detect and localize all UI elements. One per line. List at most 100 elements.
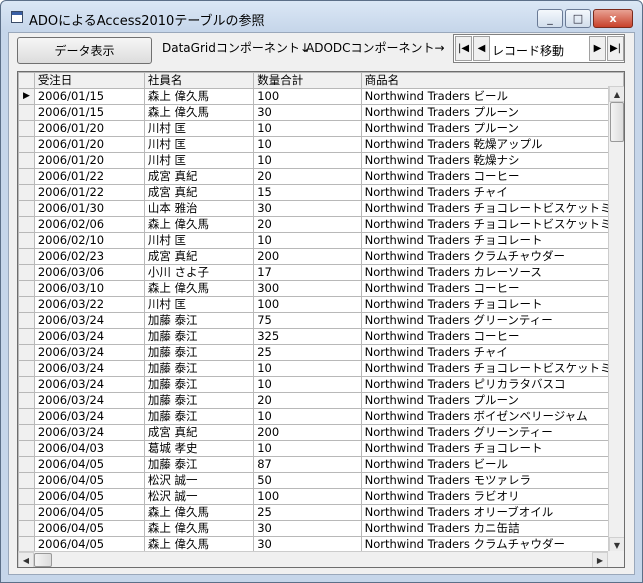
- minimize-button[interactable]: _: [537, 9, 563, 28]
- cell-order-date[interactable]: 2006/03/24: [33, 408, 145, 425]
- cell-quantity-total[interactable]: 10: [253, 440, 362, 457]
- cell-product[interactable]: Northwind Traders コーヒー: [360, 280, 624, 297]
- table-row[interactable]: 2006/01/20 川村 匡 10 Northwind Traders プルーン: [18, 120, 624, 137]
- cell-quantity-total[interactable]: 75: [253, 312, 362, 329]
- cell-product[interactable]: Northwind Traders チョコレートビスケットミッ: [360, 200, 624, 217]
- cell-quantity-total[interactable]: 10: [253, 120, 362, 137]
- cell-product[interactable]: Northwind Traders ボイゼンベリージャム: [360, 408, 624, 425]
- cell-quantity-total[interactable]: 100: [253, 88, 362, 105]
- close-button[interactable]: x: [593, 9, 633, 28]
- row-selector[interactable]: [18, 280, 35, 297]
- horizontal-scroll-thumb[interactable]: [34, 553, 52, 567]
- cell-order-date[interactable]: 2006/04/05: [33, 520, 145, 537]
- cell-employee[interactable]: 成宮 真紀: [143, 168, 255, 185]
- cell-order-date[interactable]: 2006/01/30: [33, 200, 145, 217]
- cell-order-date[interactable]: 2006/01/20: [33, 152, 145, 169]
- cell-product[interactable]: Northwind Traders プルーン: [360, 104, 624, 121]
- cell-quantity-total[interactable]: 17: [253, 264, 362, 281]
- cell-order-date[interactable]: 2006/02/10: [33, 232, 145, 249]
- cell-quantity-total[interactable]: 25: [253, 504, 362, 521]
- cell-product[interactable]: Northwind Traders ビール: [360, 88, 624, 105]
- cell-employee[interactable]: 成宮 真紀: [143, 424, 255, 441]
- row-selector[interactable]: [18, 328, 35, 345]
- cell-product[interactable]: Northwind Traders オリーブオイル: [360, 504, 624, 521]
- cell-employee[interactable]: 松沢 誠一: [143, 488, 255, 505]
- cell-order-date[interactable]: 2006/01/22: [33, 168, 145, 185]
- cell-order-date[interactable]: 2006/03/24: [33, 376, 145, 393]
- table-row[interactable]: 2006/01/15 森上 偉久馬 30 Northwind Traders プルーン: [18, 104, 624, 121]
- cell-order-date[interactable]: 2006/03/24: [33, 312, 145, 329]
- table-row[interactable]: 2006/04/05 森上 偉久馬 25 Northwind Traders オリーブ…: [18, 504, 624, 521]
- table-row[interactable]: 2006/04/05 松沢 誠一 100 Northwind Traders ラビオリ: [18, 488, 624, 505]
- cell-quantity-total[interactable]: 15: [253, 184, 362, 201]
- cell-employee[interactable]: 川村 匡: [143, 296, 255, 313]
- table-row[interactable]: 2006/01/30 山本 雅治 30 Northwind Traders チョコレー…: [18, 200, 624, 217]
- table-row[interactable]: 2006/03/24 加藤 泰江 25 Northwind Traders チャイ: [18, 344, 624, 361]
- table-row[interactable]: 2006/01/20 川村 匡 10 Northwind Traders 乾燥アップル: [18, 136, 624, 153]
- cell-order-date[interactable]: 2006/04/05: [33, 504, 145, 521]
- table-row[interactable]: 2006/03/10 森上 偉久馬 300 Northwind Traders コーヒ…: [18, 280, 624, 297]
- row-selector[interactable]: [18, 424, 35, 441]
- cell-order-date[interactable]: 2006/01/15: [33, 104, 145, 121]
- cell-order-date[interactable]: 2006/02/23: [33, 248, 145, 265]
- cell-employee[interactable]: 森上 偉久馬: [143, 88, 255, 105]
- table-row[interactable]: 2006/02/06 森上 偉久馬 20 Northwind Traders チョコレ…: [18, 216, 624, 233]
- cell-employee[interactable]: 小川 さよ子: [143, 264, 255, 281]
- window-app-icon[interactable]: [11, 11, 23, 23]
- cell-employee[interactable]: 成宮 真紀: [143, 184, 255, 201]
- cell-quantity-total[interactable]: 20: [253, 216, 362, 233]
- row-selector[interactable]: ▶: [18, 88, 35, 105]
- show-data-button[interactable]: データ表示: [17, 37, 152, 64]
- table-row[interactable]: 2006/03/22 川村 匡 100 Northwind Traders チョコレー…: [18, 296, 624, 313]
- table-row[interactable]: 2006/04/05 森上 偉久馬 30 Northwind Traders カニ缶詰: [18, 520, 624, 537]
- cell-order-date[interactable]: 2006/03/10: [33, 280, 145, 297]
- cell-quantity-total[interactable]: 10: [253, 408, 362, 425]
- cell-employee[interactable]: 加藤 泰江: [143, 408, 255, 425]
- cell-order-date[interactable]: 2006/04/05: [33, 456, 145, 473]
- cell-employee[interactable]: 成宮 真紀: [143, 248, 255, 265]
- cell-order-date[interactable]: 2006/03/24: [33, 392, 145, 409]
- cell-employee[interactable]: 加藤 泰江: [143, 456, 255, 473]
- cell-product[interactable]: Northwind Traders グリーンティー: [360, 424, 624, 441]
- cell-order-date[interactable]: 2006/01/20: [33, 136, 145, 153]
- row-selector[interactable]: [18, 184, 35, 201]
- row-selector[interactable]: [18, 168, 35, 185]
- cell-quantity-total[interactable]: 200: [253, 424, 362, 441]
- row-selector[interactable]: [18, 360, 35, 377]
- row-selector[interactable]: [18, 440, 35, 457]
- row-selector[interactable]: [18, 344, 35, 361]
- column-header-quantity-total[interactable]: 数量合計: [253, 72, 362, 89]
- row-selector[interactable]: [18, 312, 35, 329]
- cell-order-date[interactable]: 2006/03/22: [33, 296, 145, 313]
- cell-employee[interactable]: 加藤 泰江: [143, 392, 255, 409]
- table-row[interactable]: 2006/03/24 加藤 泰江 75 Northwind Traders グリーンテ…: [18, 312, 624, 329]
- cell-order-date[interactable]: 2006/01/15: [33, 88, 145, 105]
- cell-employee[interactable]: 加藤 泰江: [143, 344, 255, 361]
- cell-order-date[interactable]: 2006/03/24: [33, 328, 145, 345]
- row-selector[interactable]: [18, 136, 35, 153]
- cell-quantity-total[interactable]: 30: [253, 520, 362, 537]
- title-bar[interactable]: ADOによるAccess2010テーブルの参照 _ □ x: [1, 1, 642, 35]
- row-selector[interactable]: [18, 520, 35, 537]
- column-header-product[interactable]: 商品名: [360, 72, 624, 89]
- cell-product[interactable]: Northwind Traders 乾燥アップル: [360, 136, 624, 153]
- cell-employee[interactable]: 森上 偉久馬: [143, 520, 255, 537]
- row-selector[interactable]: [18, 488, 35, 505]
- cell-quantity-total[interactable]: 20: [253, 168, 362, 185]
- cell-product[interactable]: Northwind Traders コーヒー: [360, 328, 624, 345]
- cell-order-date[interactable]: 2006/03/06: [33, 264, 145, 281]
- column-header-employee[interactable]: 社員名: [143, 72, 255, 89]
- row-selector[interactable]: [18, 456, 35, 473]
- cell-order-date[interactable]: 2006/04/05: [33, 488, 145, 505]
- cell-product[interactable]: Northwind Traders チョコレートビスケットミッ: [360, 360, 624, 377]
- table-row[interactable]: 2006/04/03 葛城 孝史 10 Northwind Traders チョコレー…: [18, 440, 624, 457]
- cell-employee[interactable]: 森上 偉久馬: [143, 280, 255, 297]
- cell-quantity-total[interactable]: 10: [253, 152, 362, 169]
- cell-product[interactable]: Northwind Traders クラムチャウダー: [360, 248, 624, 265]
- row-selector[interactable]: [18, 216, 35, 233]
- cell-product[interactable]: Northwind Traders チョコレート: [360, 440, 624, 457]
- column-header-order-date[interactable]: 受注日: [33, 72, 145, 89]
- row-selector[interactable]: [18, 120, 35, 137]
- cell-quantity-total[interactable]: 300: [253, 280, 362, 297]
- first-record-button[interactable]: |◀: [455, 36, 472, 61]
